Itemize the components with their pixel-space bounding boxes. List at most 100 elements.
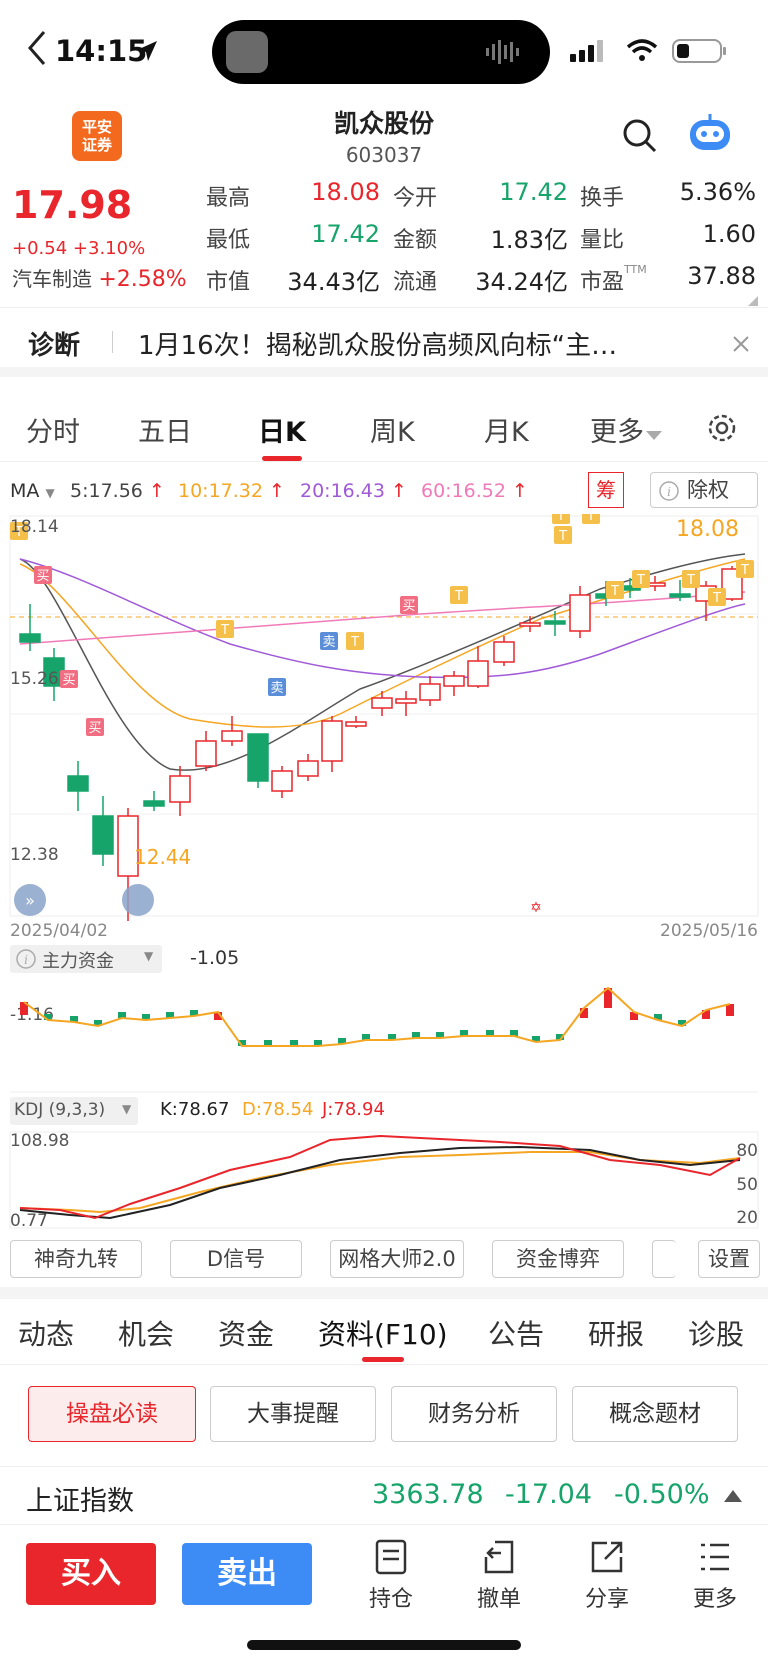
info-tabs: 动态 机会 资金 资料(F10) 公告 研报 诊股 bbox=[0, 1299, 768, 1365]
fund-dropdown[interactable]: i 主力资金 ▼ bbox=[10, 945, 162, 973]
robot-assistant-icon[interactable] bbox=[686, 112, 734, 156]
pill-events[interactable]: 大事提醒 bbox=[210, 1386, 376, 1442]
kdj-header: KDJ (9,3,3) ▼ K:78.67 D:78.54 J:78.94 bbox=[0, 1097, 768, 1127]
expand-corner-icon[interactable] bbox=[748, 296, 758, 306]
tab-more[interactable]: 更多 bbox=[590, 410, 662, 449]
pill-concepts[interactable]: 概念题材 bbox=[572, 1386, 738, 1442]
candle bbox=[467, 660, 489, 687]
battery-icon bbox=[672, 39, 726, 63]
tab-weekly-k[interactable]: 周K bbox=[370, 410, 415, 449]
ex-right-button[interactable]: i 除权 bbox=[650, 472, 758, 508]
signal-badge-label: T bbox=[556, 514, 565, 524]
chevron-left-icon bbox=[28, 31, 46, 65]
mcap-label: 市值 bbox=[206, 270, 251, 295]
tab-news[interactable]: 动态 bbox=[18, 1313, 74, 1353]
index-ticker[interactable]: 上证指数 3363.78 -17.04 -0.50% bbox=[0, 1466, 768, 1524]
search-icon[interactable] bbox=[622, 118, 658, 154]
signal-badge-label: T bbox=[586, 514, 595, 524]
date-end: 2025/05/16 bbox=[660, 921, 758, 941]
tab-announcement[interactable]: 公告 bbox=[488, 1313, 544, 1353]
status-bar: 14:15 bbox=[0, 0, 768, 100]
low-value: 17.42 bbox=[311, 220, 380, 248]
vol-ratio-value: 1.60 bbox=[702, 220, 756, 248]
kdj-level-50: 50 bbox=[736, 1175, 758, 1195]
kdj-label: KDJ (9,3,3) bbox=[14, 1100, 106, 1120]
high-value: 18.08 bbox=[311, 178, 380, 206]
chart-tool-icon[interactable] bbox=[122, 884, 154, 916]
turnover-value: 5.36% bbox=[679, 178, 756, 206]
chip-distribution-button[interactable]: 筹 bbox=[588, 472, 624, 508]
tab-capital[interactable]: 资金 bbox=[218, 1313, 274, 1353]
ma20-value: 20:16.43 ↑ bbox=[300, 480, 407, 502]
divider bbox=[112, 331, 113, 353]
candle bbox=[92, 815, 114, 855]
kline-chart[interactable]: T买买买T卖卖T买TTTTTTTTT 18.14 15.26 12.38 18.… bbox=[0, 506, 768, 944]
signal-badge-label: T bbox=[454, 589, 463, 604]
signal-badge-label: 卖 bbox=[322, 635, 335, 650]
kline-svg: T买买买T卖卖 T买TT TTTT TTT 18.14 15.26 12.38 18.… bbox=[9, 506, 759, 941]
tab-f10[interactable]: 资料(F10) bbox=[318, 1313, 448, 1353]
sell-button[interactable]: 卖出 bbox=[182, 1543, 312, 1605]
tool-d-signal[interactable]: D信号 bbox=[170, 1240, 302, 1278]
signal-badge-label: 买 bbox=[36, 569, 49, 584]
signal-badge-label: T bbox=[220, 623, 229, 638]
tab-intraday[interactable]: 分时 bbox=[26, 410, 80, 449]
signal-badge-label: 买 bbox=[402, 599, 415, 614]
candle bbox=[519, 622, 541, 627]
kdj-level-20: 20 bbox=[736, 1208, 758, 1228]
share-button[interactable]: 分享 bbox=[572, 1539, 642, 1613]
gear-icon[interactable] bbox=[706, 412, 738, 444]
audio-wave-icon bbox=[486, 40, 519, 64]
diagnosis-text[interactable]: 1月16次！揭秘凯众股份高频风向标“主… bbox=[138, 325, 617, 362]
tool-settings[interactable]: 设置 bbox=[698, 1240, 760, 1278]
tool-magic-nine[interactable]: 神奇九转 bbox=[10, 1240, 142, 1278]
date-start: 2025/04/02 bbox=[10, 921, 108, 941]
kdj-j: J:78.94 bbox=[322, 1099, 385, 1120]
sector-info[interactable]: 汽车制造 +2.58% bbox=[12, 263, 187, 292]
candle bbox=[669, 593, 691, 598]
tab-monthly-k[interactable]: 月K bbox=[484, 410, 529, 449]
info-icon: i bbox=[16, 949, 36, 969]
fund-line bbox=[23, 986, 731, 1047]
tool-fund-game[interactable]: 资金博弈 bbox=[492, 1240, 624, 1278]
turnover-label: 换手 bbox=[580, 186, 625, 211]
sector-name: 汽车制造 bbox=[12, 267, 92, 291]
triangle-up-icon[interactable] bbox=[724, 1489, 742, 1503]
cancel-order-button[interactable]: 撤单 bbox=[464, 1539, 534, 1613]
tab-five-day[interactable]: 五日 bbox=[138, 410, 192, 449]
ma20-text: 20:16.43 bbox=[300, 480, 385, 502]
price-change: +0.54 +3.10% bbox=[12, 238, 145, 259]
low-marker-label: 12.44 bbox=[134, 845, 191, 869]
candle bbox=[345, 721, 367, 727]
tool-grid-master[interactable]: 网格大师2.0 bbox=[330, 1240, 464, 1278]
pill-trading-must-read[interactable]: 操盘必读 bbox=[28, 1386, 196, 1442]
tab-daily-k[interactable]: 日K bbox=[258, 410, 306, 449]
last-price: 17.98 bbox=[12, 183, 133, 227]
candle bbox=[544, 620, 566, 625]
home-indicator[interactable] bbox=[247, 1640, 521, 1650]
holdings-button[interactable]: 持仓 bbox=[356, 1539, 426, 1613]
dynamic-island bbox=[212, 20, 550, 84]
kdj-dropdown[interactable]: KDJ (9,3,3) ▼ bbox=[10, 1097, 138, 1125]
tab-research[interactable]: 研报 bbox=[588, 1313, 644, 1353]
tool-partial[interactable] bbox=[652, 1240, 676, 1278]
pe-value: 37.88 bbox=[687, 262, 756, 290]
tab-opportunity[interactable]: 机会 bbox=[118, 1313, 174, 1353]
tab-diagnose[interactable]: 诊股 bbox=[688, 1313, 744, 1353]
wifi-icon bbox=[626, 39, 658, 61]
fund-flow-header: i 主力资金 ▼ -1.05 bbox=[0, 945, 768, 975]
cancel-order-icon bbox=[484, 1540, 514, 1574]
pill-financial-analysis[interactable]: 财务分析 bbox=[391, 1386, 557, 1442]
buy-button[interactable]: 买入 bbox=[26, 1543, 156, 1605]
close-icon[interactable] bbox=[732, 335, 750, 353]
triangle-down-icon bbox=[646, 431, 662, 440]
diagnosis-bar[interactable]: 诊断 1月16次！揭秘凯众股份高频风向标“主… bbox=[0, 313, 768, 377]
y-axis-low: 12.38 bbox=[10, 845, 59, 865]
ma5-text: 5:17.56 bbox=[70, 480, 143, 502]
ma-label: MA bbox=[10, 480, 40, 502]
open-label: 今开 bbox=[393, 186, 438, 211]
ma-dropdown[interactable]: MA ▼ bbox=[10, 480, 55, 502]
float-value: 34.24亿 bbox=[475, 268, 568, 296]
back-button[interactable] bbox=[24, 18, 50, 67]
more-button[interactable]: 更多 bbox=[680, 1539, 750, 1613]
